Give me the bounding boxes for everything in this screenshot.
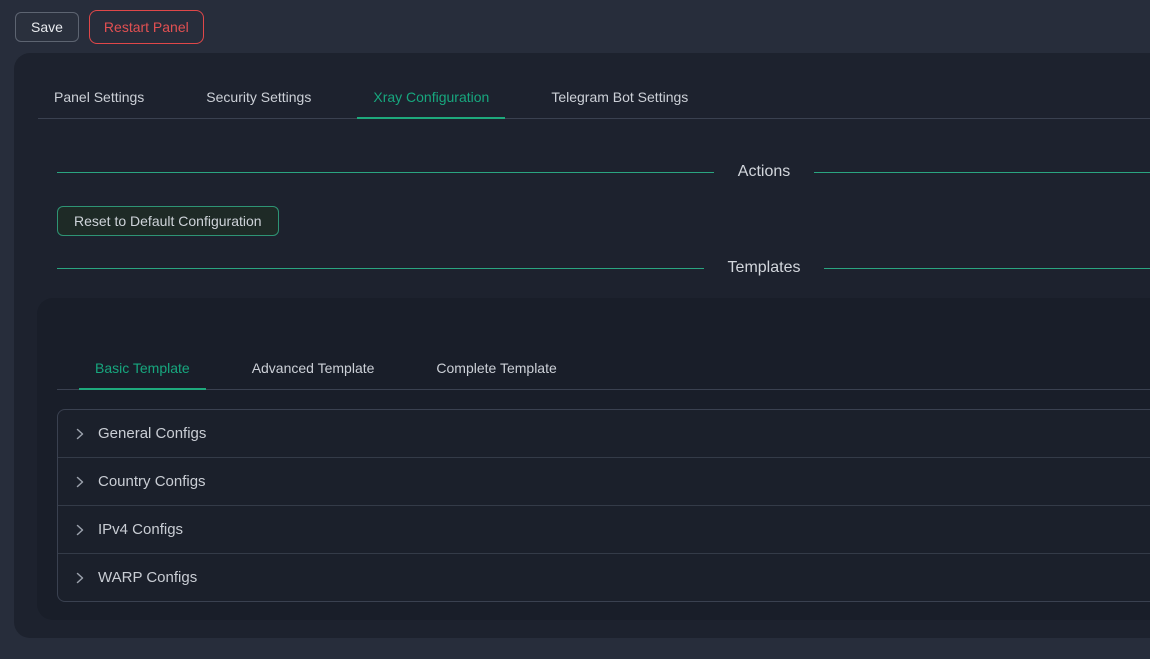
collapse-row-label: General Configs	[98, 425, 206, 442]
collapse-row-ipv4-configs[interactable]: IPv4 Configs	[58, 505, 1150, 553]
tab-advanced-template[interactable]: Advanced Template	[236, 348, 391, 390]
tab-complete-template[interactable]: Complete Template	[420, 348, 572, 390]
actions-divider: Actions	[57, 160, 1150, 184]
reset-default-config-button[interactable]: Reset to Default Configuration	[57, 206, 279, 236]
tab-xray-configuration[interactable]: Xray Configuration	[357, 77, 505, 119]
templates-divider: Templates	[57, 256, 1150, 280]
collapse-row-label: Country Configs	[98, 473, 206, 490]
collapse-row-general-configs[interactable]: General Configs	[58, 410, 1150, 457]
collapse-row-label: IPv4 Configs	[98, 521, 183, 538]
top-action-bar: Save Restart Panel	[0, 0, 1150, 53]
config-collapse-list: General Configs Country Configs IPv4 Con…	[57, 409, 1150, 602]
divider-line	[57, 268, 704, 269]
collapse-row-label: WARP Configs	[98, 569, 197, 586]
divider-line	[57, 172, 714, 173]
divider-line	[824, 268, 1150, 269]
divider-line	[814, 172, 1150, 173]
chevron-right-icon	[74, 476, 86, 488]
settings-tab-bar: Panel Settings Security Settings Xray Co…	[38, 53, 1150, 119]
chevron-right-icon	[74, 428, 86, 440]
templates-card: Basic Template Advanced Template Complet…	[37, 298, 1150, 620]
settings-card: Panel Settings Security Settings Xray Co…	[14, 53, 1150, 638]
collapse-row-warp-configs[interactable]: WARP Configs	[58, 553, 1150, 601]
restart-panel-button[interactable]: Restart Panel	[89, 10, 204, 44]
tab-security-settings[interactable]: Security Settings	[190, 77, 327, 119]
collapse-row-country-configs[interactable]: Country Configs	[58, 457, 1150, 505]
actions-section-title: Actions	[714, 163, 814, 181]
templates-section-title: Templates	[704, 259, 825, 277]
chevron-right-icon	[74, 524, 86, 536]
template-tab-bar: Basic Template Advanced Template Complet…	[57, 298, 1150, 390]
save-button[interactable]: Save	[15, 12, 79, 42]
tab-telegram-bot-settings[interactable]: Telegram Bot Settings	[535, 77, 704, 119]
chevron-right-icon	[74, 572, 86, 584]
xray-settings-page: { "topbar": { "save_label": "Save", "res…	[0, 0, 1150, 659]
tab-basic-template[interactable]: Basic Template	[79, 348, 206, 390]
tab-panel-settings[interactable]: Panel Settings	[38, 77, 160, 119]
